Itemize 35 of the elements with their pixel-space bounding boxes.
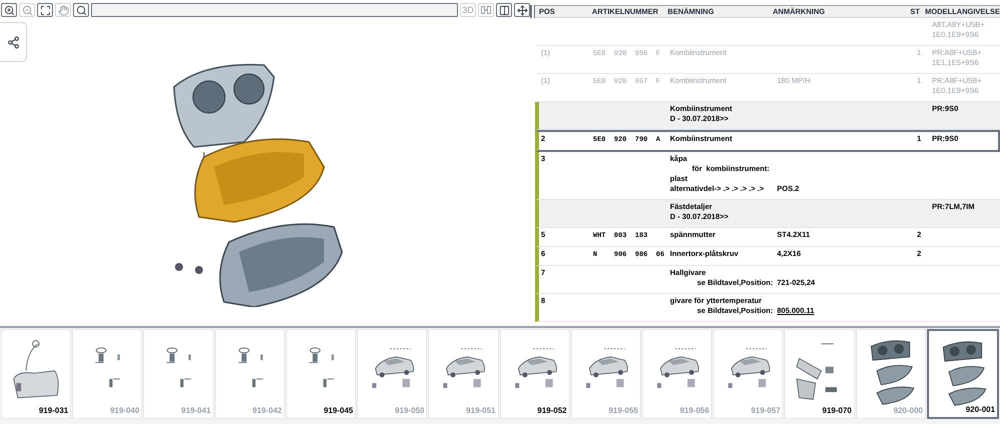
- diagram-number: 919-051: [466, 405, 496, 417]
- zoom-out-icon: [22, 4, 32, 16]
- compare-icon: [481, 6, 491, 14]
- diagram-number: 919-045: [324, 405, 354, 417]
- split-icon: [498, 4, 510, 16]
- diagram-number: 919-042: [252, 405, 282, 417]
- diagram-number: 920-001: [966, 404, 996, 416]
- search-field[interactable]: [91, 3, 458, 17]
- diagram-number: 919-040: [110, 405, 140, 417]
- zoom-fit-icon: [40, 4, 50, 16]
- diagram-number: 920-000: [893, 405, 923, 417]
- diagram-number: 919-031: [38, 405, 68, 417]
- search-button[interactable]: [73, 3, 89, 17]
- diagram-number: 919-057: [751, 405, 780, 417]
- diagram-number: 919-050: [394, 405, 424, 417]
- move-icon: [516, 4, 528, 16]
- pan-icon: [58, 4, 68, 16]
- share-button[interactable]: [0, 22, 27, 62]
- diagram-number: 919-041: [181, 405, 211, 417]
- zoom-fit-button[interactable]: [37, 3, 53, 17]
- diagram-thumbnail[interactable]: 920-001: [926, 329, 1000, 419]
- diagram-number: 919-055: [608, 405, 638, 417]
- zoom-in-button[interactable]: [1, 3, 17, 17]
- diagram-thumbnail[interactable]: 919-045: [286, 329, 356, 419]
- diagram-number: 919-056: [680, 405, 710, 417]
- diagram-thumbnail[interactable]: 919-031: [1, 329, 72, 419]
- search-icon: [76, 4, 86, 16]
- split-button[interactable]: [496, 3, 512, 17]
- diagram-number: 919-052: [537, 405, 567, 417]
- zoom-in-icon: [4, 4, 14, 16]
- diagram-thumbnail[interactable]: 919-070: [784, 329, 855, 419]
- diagram-number: 919-070: [822, 405, 852, 417]
- share-icon: [6, 36, 20, 48]
- diagram-thumbnail[interactable]: 919-052: [500, 329, 570, 419]
- move-button[interactable]: [514, 3, 530, 17]
